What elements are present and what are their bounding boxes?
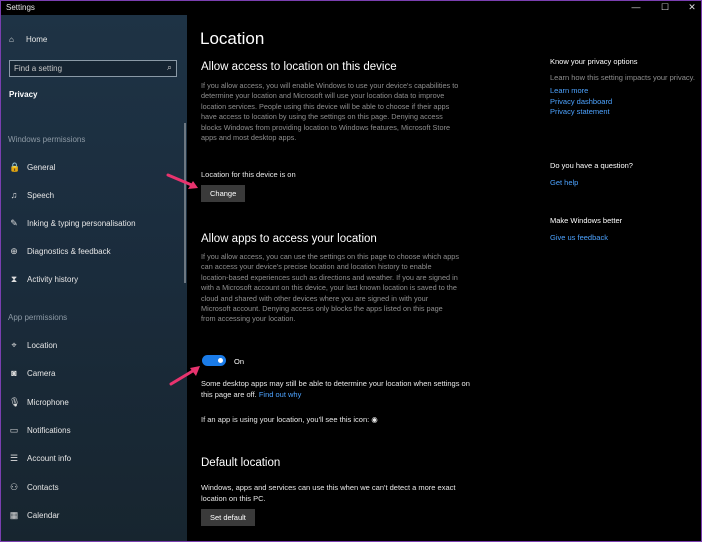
apps-access-heading: Allow apps to access your location	[201, 233, 377, 245]
sidebar-item-label: Notifications	[27, 426, 71, 435]
give-feedback-link[interactable]: Give us feedback	[550, 233, 700, 244]
camera-icon: ◙	[11, 368, 17, 378]
annotation-arrow-icon	[169, 366, 200, 386]
search-box: ⌕	[9, 60, 177, 77]
default-location-heading: Default location	[201, 457, 281, 469]
home-label: Home	[26, 35, 48, 44]
toggle-state-label: On	[234, 357, 245, 366]
microphone-icon: 🎙	[9, 397, 21, 407]
notifications-icon: ▭	[9, 425, 19, 435]
device-location-status: Location for this device is on	[201, 170, 296, 179]
annotation-arrow-icon	[166, 173, 198, 189]
sidebar-item-label: General	[27, 163, 56, 172]
sidebar-item-inking[interactable]: ✎ Inking & typing personalisation	[9, 216, 136, 230]
page-title: Location	[200, 29, 265, 48]
apps-access-description: If you allow access, you can use the set…	[201, 252, 459, 324]
sidebar-item-speech[interactable]: ♫ Speech	[9, 188, 55, 202]
speech-icon: ♫	[10, 190, 18, 200]
title-bar: Settings — ☐ ✕	[1, 1, 701, 15]
account-info-icon: ☰	[9, 453, 19, 463]
sidebar-home[interactable]: ⌂ Home	[9, 35, 47, 44]
sidebar-item-label: Speech	[27, 191, 55, 200]
learn-more-link[interactable]: Learn more	[550, 86, 700, 97]
default-location-description: Windows, apps and services can use this …	[201, 483, 456, 503]
calendar-icon: ▦	[9, 510, 19, 520]
window-title: Settings	[6, 3, 35, 12]
find-out-why-link[interactable]: Find out why	[259, 390, 302, 399]
sidebar: ⌂ Home ⌕ Privacy Windows permissions 🔒 Gen…	[1, 15, 187, 541]
settings-window: Settings — ☐ ✕ ⌂ Home ⌕ Privacy Windows p…	[0, 0, 702, 542]
desktop-apps-note-text: Some desktop apps may still be able to d…	[201, 379, 470, 399]
lock-icon: 🔒	[9, 162, 21, 172]
main-content: Location Allow access to location on thi…	[187, 15, 701, 541]
search-icon[interactable]: ⌕	[167, 62, 172, 73]
question-heading: Do you have a question?	[550, 161, 633, 170]
sidebar-item-label: Contacts	[27, 483, 59, 492]
close-button[interactable]: ✕	[677, 1, 701, 14]
desktop-apps-note: Some desktop apps may still be able to d…	[201, 379, 471, 400]
feedback-panel: Make Windows better Give us feedback	[550, 216, 700, 243]
sidebar-scrollbar[interactable]	[184, 123, 186, 283]
change-button[interactable]: Change	[201, 185, 246, 202]
sidebar-item-notifications[interactable]: ▭ Notifications	[9, 423, 71, 437]
sidebar-item-label: Activity history	[27, 275, 79, 284]
inking-icon: ✎	[10, 218, 18, 228]
activity-icon: ⧗	[10, 274, 18, 284]
sidebar-item-calendar[interactable]: ▦ Calendar	[9, 508, 60, 522]
sidebar-item-label: Calendar	[27, 511, 60, 520]
home-icon: ⌂	[9, 35, 14, 44]
sidebar-item-location[interactable]: ⌖ Location	[9, 338, 57, 352]
device-access-description: If you allow access, you will enable Win…	[201, 81, 459, 143]
privacy-statement-link[interactable]: Privacy statement	[550, 107, 700, 118]
device-access-heading: Allow access to location on this device	[201, 61, 397, 73]
sidebar-category: Privacy	[9, 90, 38, 99]
contacts-icon: ⚇	[9, 482, 19, 492]
sidebar-item-label: Location	[27, 341, 58, 350]
sidebar-item-label: Camera	[27, 369, 56, 378]
section-windows-permissions: Windows permissions	[8, 135, 86, 144]
location-in-use-icon: ◉	[371, 415, 378, 424]
sidebar-item-camera[interactable]: ◙ Camera	[9, 366, 55, 380]
privacy-options-panel: Know your privacy options Learn how this…	[550, 57, 700, 118]
minimize-button[interactable]: —	[621, 1, 651, 14]
sidebar-item-diagnostics[interactable]: ⊕ Diagnostics & feedback	[9, 244, 111, 258]
get-help-link[interactable]: Get help	[550, 178, 700, 189]
sidebar-item-account-info[interactable]: ☰ Account info	[9, 451, 71, 465]
privacy-dashboard-link[interactable]: Privacy dashboard	[550, 97, 700, 108]
privacy-options-heading: Know your privacy options	[550, 57, 638, 66]
feedback-heading: Make Windows better	[550, 216, 623, 225]
sidebar-item-label: Diagnostics & feedback	[27, 247, 111, 256]
sidebar-item-label: Inking & typing personalisation	[27, 219, 136, 228]
sidebar-item-contacts[interactable]: ⚇ Contacts	[9, 480, 59, 494]
location-icon-note-text: If an app is using your location, you'll…	[201, 415, 370, 424]
maximize-button[interactable]: ☐	[650, 1, 680, 14]
sidebar-item-label: Account info	[27, 454, 72, 463]
location-icon: ⌖	[11, 340, 17, 350]
location-toggle[interactable]	[202, 355, 226, 366]
search-input[interactable]	[14, 62, 154, 74]
location-icon-note: If an app is using your location, you'll…	[201, 415, 378, 424]
sidebar-item-general[interactable]: 🔒 General	[9, 160, 55, 174]
sidebar-item-microphone[interactable]: 🎙 Microphone	[9, 395, 69, 409]
section-app-permissions: App permissions	[8, 313, 68, 322]
toggle-knob	[218, 358, 223, 363]
privacy-options-text: Learn how this setting impacts your priv…	[550, 72, 695, 82]
set-default-button[interactable]: Set default	[201, 509, 255, 526]
sidebar-item-activity-history[interactable]: ⧗ Activity history	[9, 272, 78, 286]
diagnostics-icon: ⊕	[10, 246, 18, 256]
question-panel: Do you have a question? Get help	[550, 161, 700, 188]
sidebar-item-label: Microphone	[27, 398, 69, 407]
